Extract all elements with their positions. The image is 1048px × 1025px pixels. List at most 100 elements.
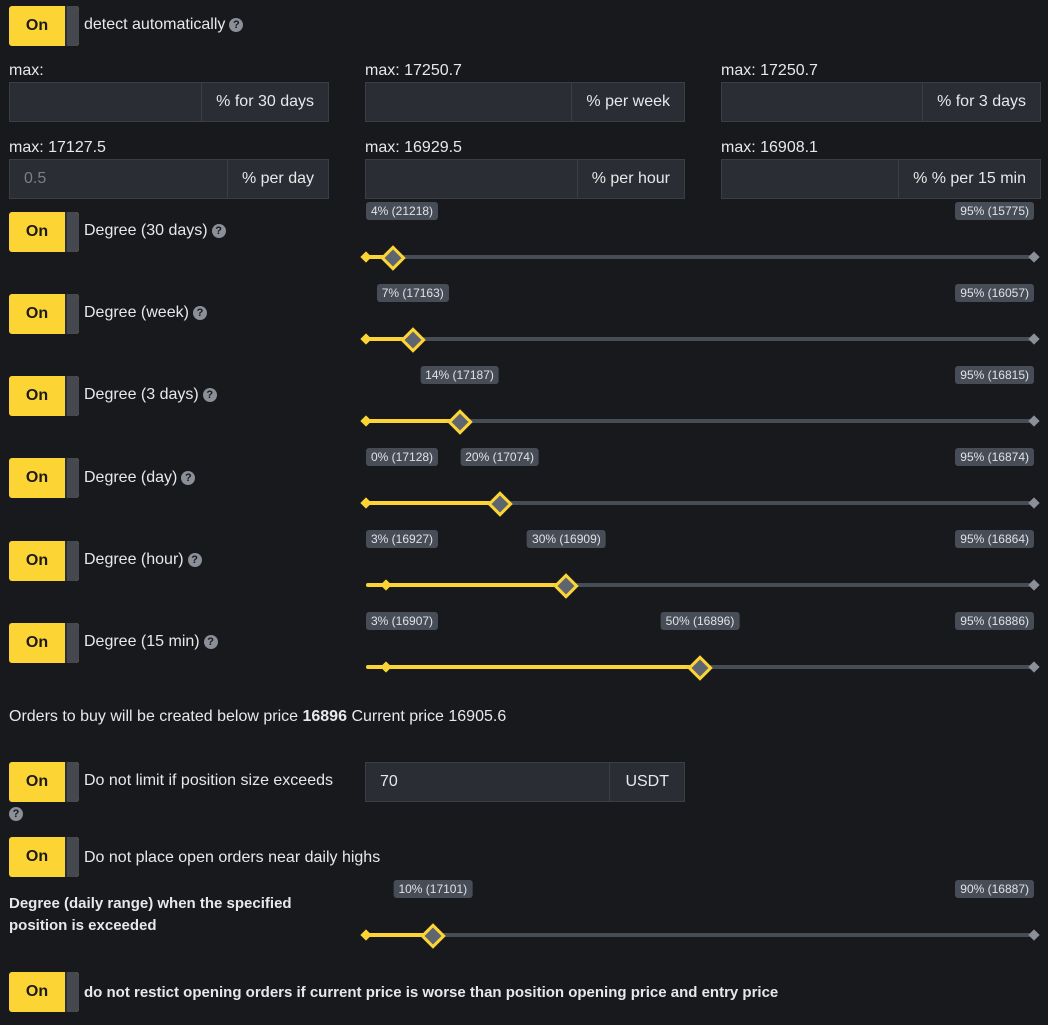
slider-high-point[interactable] xyxy=(1028,497,1040,509)
degree-3days-toggle[interactable]: On xyxy=(9,376,79,416)
toggle-on-label: On xyxy=(25,552,49,569)
toggle-on-label: On xyxy=(25,634,49,651)
help-icon[interactable]: ? xyxy=(211,224,226,238)
degree-day-slider[interactable]: 0% (17128) 20% (17074) 95% (16874) xyxy=(360,448,1040,525)
slider-max-label: 95% (16874) xyxy=(955,448,1034,466)
max-label-week: max: 17250.7 xyxy=(365,62,462,79)
degree-15min-row: Degree (15 min)? xyxy=(84,633,218,651)
slider-value-label: 10% (17101) xyxy=(393,880,473,898)
slider-handle[interactable] xyxy=(486,491,513,517)
suffix-15min: % % per 15 min xyxy=(898,160,1040,198)
degree-15min-slider[interactable]: 3% (16907) 50% (16896) 95% (16886) xyxy=(366,612,1040,689)
slider-high-point[interactable] xyxy=(1028,333,1040,345)
toggle-on-label: On xyxy=(25,387,49,404)
auto-detect-toggle[interactable]: On xyxy=(9,6,79,46)
degree-30days-row: Degree (30 days)? xyxy=(84,222,226,240)
position-size-input[interactable] xyxy=(366,763,610,801)
toggle-knob xyxy=(65,972,79,1012)
percent-week-input[interactable] xyxy=(366,83,572,121)
slider-low-point[interactable] xyxy=(360,415,372,427)
percent-day-input[interactable] xyxy=(10,160,227,198)
help-icon[interactable]: ? xyxy=(181,471,196,485)
slider-low-label: 3% (16907) xyxy=(366,612,439,630)
percent-15min-input[interactable] xyxy=(722,160,899,198)
slider-high-point[interactable] xyxy=(1028,661,1040,673)
percent-hour-input[interactable] xyxy=(366,160,577,198)
slider-max-label: 90% (16887) xyxy=(955,880,1034,898)
help-icon[interactable]: ? xyxy=(9,807,23,821)
max-label-3days: max: 17250.7 xyxy=(721,62,818,79)
orders-info: Orders to buy will be created below pric… xyxy=(9,708,506,726)
slider-track xyxy=(366,255,1034,259)
degree-hour-row: Degree (hour)? xyxy=(84,551,202,569)
slider-value-label: 4% (21218) xyxy=(366,202,439,220)
slider-high-point[interactable] xyxy=(1028,929,1040,941)
slider-max-label: 95% (16864) xyxy=(955,530,1034,548)
daily-range-slider[interactable]: 10% (17101) 90% (16887) xyxy=(360,880,1040,957)
toggle-knob xyxy=(65,837,79,877)
restrict-toggle[interactable]: On xyxy=(9,972,79,1012)
slider-max-label: 95% (16815) xyxy=(955,366,1034,384)
percent-3days-input[interactable] xyxy=(722,83,923,121)
slider-handle[interactable] xyxy=(687,655,713,681)
current-price-label: Current price xyxy=(351,708,444,725)
slider-low-point[interactable] xyxy=(360,497,372,509)
degree-week-slider[interactable]: 7% (17163) 95% (16057) xyxy=(360,284,1040,361)
current-price-value: 16905.6 xyxy=(448,708,507,725)
slider-high-point[interactable] xyxy=(1028,579,1040,591)
help-icon[interactable]: ? xyxy=(229,18,244,32)
daily-highs-toggle[interactable]: On xyxy=(9,837,79,877)
slider-low-label: 0% (17128) xyxy=(366,448,439,466)
slider-fill xyxy=(366,419,460,423)
slider-handle[interactable] xyxy=(446,409,473,435)
input-group-30days: % for 30 days xyxy=(9,82,329,122)
suffix-week: % per week xyxy=(571,83,684,121)
toggle-on-label: On xyxy=(25,848,49,865)
slider-low-point[interactable] xyxy=(380,661,392,673)
daily-range-label: Degree (daily range) when the specified … xyxy=(9,893,292,937)
slider-fill xyxy=(366,501,500,505)
slider-track xyxy=(366,933,1034,937)
input-group-hour: % per hour xyxy=(365,159,685,199)
degree-30days-toggle[interactable]: On xyxy=(9,212,79,252)
degree-30days-slider[interactable]: 4% (21218) 95% (15775) xyxy=(360,202,1040,279)
daily-highs-label: Do not place open orders near daily high… xyxy=(84,849,381,866)
position-limit-toggle[interactable]: On xyxy=(9,762,79,802)
suffix-hour: % per hour xyxy=(576,160,684,198)
help-icon[interactable]: ? xyxy=(187,553,202,567)
slider-value-label: 20% (17074) xyxy=(460,448,539,466)
slider-high-point[interactable] xyxy=(1028,415,1040,427)
degree-3days-label: Degree (3 days) xyxy=(84,386,199,403)
slider-low-point[interactable] xyxy=(360,929,372,941)
toggle-knob xyxy=(65,762,79,802)
help-icon[interactable]: ? xyxy=(203,635,218,649)
auto-detect-label: detect automatically xyxy=(84,16,226,33)
slider-low-label: 3% (16927) xyxy=(366,530,439,548)
slider-low-point[interactable] xyxy=(360,333,372,345)
slider-max-label: 95% (15775) xyxy=(955,202,1034,220)
slider-handle[interactable] xyxy=(379,245,406,271)
toggle-knob xyxy=(65,458,79,498)
degree-week-toggle[interactable]: On xyxy=(9,294,79,334)
percent-30days-input[interactable] xyxy=(10,83,202,121)
slider-high-point[interactable] xyxy=(1028,251,1040,263)
input-group-15min: % % per 15 min xyxy=(721,159,1041,199)
degree-day-toggle[interactable]: On xyxy=(9,458,79,498)
help-icon[interactable]: ? xyxy=(202,388,217,402)
degree-15min-toggle[interactable]: On xyxy=(9,623,79,663)
degree-hour-slider[interactable]: 3% (16927) 30% (16909) 95% (16864) xyxy=(366,530,1040,607)
slider-handle[interactable] xyxy=(400,327,426,353)
degree-week-label: Degree (week) xyxy=(84,304,189,321)
suffix-30days: % for 30 days xyxy=(201,83,328,121)
degree-hour-toggle[interactable]: On xyxy=(9,541,79,581)
slider-track xyxy=(366,337,1034,341)
max-label-hour: max: 16929.5 xyxy=(365,139,462,156)
slider-low-point[interactable] xyxy=(380,579,392,591)
slider-handle[interactable] xyxy=(420,923,446,949)
slider-low-point[interactable] xyxy=(360,251,372,263)
help-icon[interactable]: ? xyxy=(192,306,207,320)
slider-handle[interactable] xyxy=(553,573,580,599)
degree-3days-slider[interactable]: 14% (17187) 95% (16815) xyxy=(360,366,1040,443)
toggle-on-label: On xyxy=(25,983,49,1000)
slider-value-label: 14% (17187) xyxy=(420,366,499,384)
